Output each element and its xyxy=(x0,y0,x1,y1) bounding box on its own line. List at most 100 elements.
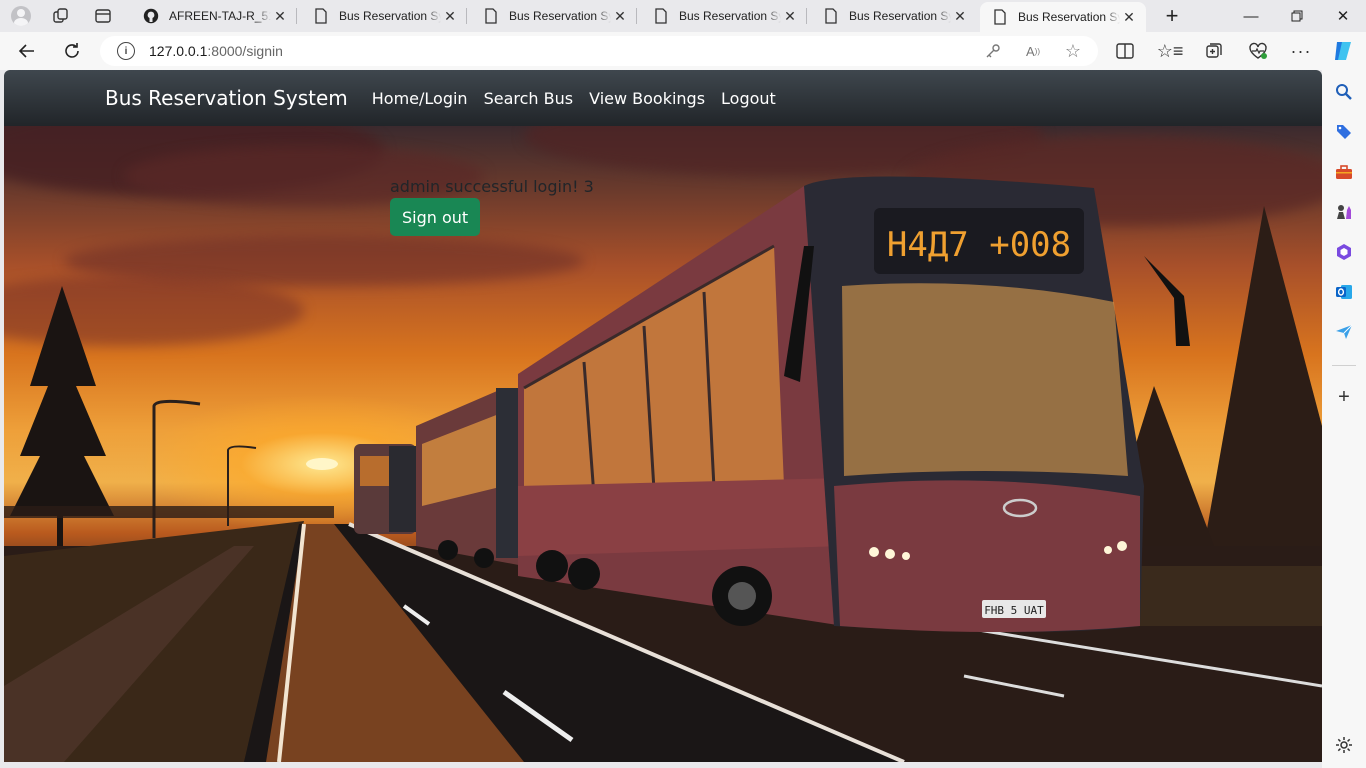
page-icon xyxy=(653,8,669,24)
wheel xyxy=(568,558,600,590)
tab-separator xyxy=(636,8,637,24)
site-brand[interactable]: Bus Reservation System xyxy=(105,86,348,110)
copilot-button[interactable] xyxy=(1330,38,1356,64)
tab-separator xyxy=(296,8,297,24)
microsoft365-icon xyxy=(1337,244,1351,260)
heart-pulse-icon xyxy=(1249,42,1267,59)
close-window-button[interactable]: ✕ xyxy=(1320,0,1366,32)
new-tab-button[interactable]: + xyxy=(1150,0,1194,32)
outlook-icon xyxy=(1336,285,1352,299)
tab-title: Bus Reservation System xyxy=(1018,10,1120,24)
bus-middle xyxy=(416,388,526,568)
license-plate-text: FHB 5 UAT xyxy=(984,604,1044,617)
tab-separator xyxy=(806,8,807,24)
plus-icon: + xyxy=(1165,3,1179,28)
send-icon xyxy=(1336,324,1353,339)
browser-tab[interactable]: Bus Reservation System ✕ xyxy=(641,0,807,32)
close-tab-icon[interactable]: ✕ xyxy=(441,7,459,25)
address-bar[interactable]: i 127.0.0.1:8000/signin A)) ☆ xyxy=(100,36,1098,66)
tab-actions-button[interactable] xyxy=(90,4,116,28)
restore-button[interactable] xyxy=(1274,0,1320,32)
windshield xyxy=(842,283,1128,476)
headlight xyxy=(1104,546,1112,554)
arrow-left-icon xyxy=(18,44,34,58)
favorites-button[interactable]: ☆≡ xyxy=(1157,38,1184,64)
tools-sidebar-button[interactable] xyxy=(1332,160,1356,184)
nav-link-logout[interactable]: Logout xyxy=(721,89,776,108)
nav-link-search-bus[interactable]: Search Bus xyxy=(484,89,574,108)
microsoft365-sidebar-button[interactable] xyxy=(1332,240,1356,264)
outlook-sidebar-button[interactable] xyxy=(1332,280,1356,304)
tab-title: Bus Reservation System xyxy=(339,9,441,23)
wheel-hub xyxy=(728,582,756,610)
browser-tab[interactable]: AFREEN-TAJ-R_511 ✕ xyxy=(131,0,297,32)
split-screen-icon xyxy=(1116,43,1134,59)
gear-icon xyxy=(1336,737,1352,753)
sign-out-button[interactable]: Sign out xyxy=(390,198,481,236)
site-info-icon[interactable]: i xyxy=(117,42,135,60)
site-navbar: Bus Reservation System Home/Login Search… xyxy=(4,70,1322,126)
close-tab-icon[interactable]: ✕ xyxy=(611,7,629,25)
drop-sidebar-button[interactable] xyxy=(1332,320,1356,344)
browser-tab[interactable]: Bus Reservation System ✕ xyxy=(301,0,467,32)
tab-title: Bus Reservation System xyxy=(509,9,611,23)
field-right xyxy=(1124,566,1322,626)
tab-actions-icon xyxy=(95,9,111,23)
minimize-icon: — xyxy=(1243,7,1259,25)
close-tab-icon[interactable]: ✕ xyxy=(271,7,289,25)
close-tab-icon[interactable]: ✕ xyxy=(1120,8,1138,26)
nav-link-home-login[interactable]: Home/Login xyxy=(372,89,468,108)
page-icon xyxy=(313,8,329,24)
edge-sidebar: + xyxy=(1322,70,1366,768)
page-viewport: Bus Reservation System Home/Login Search… xyxy=(4,70,1322,762)
collections-button[interactable] xyxy=(1201,38,1227,64)
minimize-button[interactable]: — xyxy=(1228,0,1274,32)
browser-tab-active[interactable]: Bus Reservation System ✕ xyxy=(980,2,1146,32)
url-path: :8000/signin xyxy=(207,43,283,59)
headlight xyxy=(1117,541,1127,551)
profile-avatar[interactable] xyxy=(8,4,34,28)
tag-icon xyxy=(1337,125,1351,139)
horizon-fence xyxy=(4,506,334,518)
search-sidebar-button[interactable] xyxy=(1332,80,1356,104)
close-tab-icon[interactable]: ✕ xyxy=(781,7,799,25)
restore-icon xyxy=(1291,10,1303,22)
workspaces-button[interactable] xyxy=(48,4,74,28)
chess-icon xyxy=(1337,205,1351,219)
browser-tab[interactable]: Bus Reservation System ✕ xyxy=(471,0,637,32)
browser-toolbar: i 127.0.0.1:8000/signin A)) ☆ ☆≡ ··· xyxy=(0,32,1366,70)
close-tab-icon[interactable]: ✕ xyxy=(951,7,969,25)
refresh-button[interactable] xyxy=(57,36,87,66)
plus-icon: + xyxy=(1338,385,1350,408)
search-icon xyxy=(1336,84,1352,100)
nav-link-view-bookings[interactable]: View Bookings xyxy=(589,89,705,108)
bus-windows xyxy=(524,246,784,496)
bus-far xyxy=(354,444,417,534)
add-sidebar-app-button[interactable]: + xyxy=(1332,385,1356,409)
settings-more-button[interactable]: ··· xyxy=(1288,38,1314,64)
headlight xyxy=(885,549,895,559)
bus-main: H4Д7 +008 FHB 5 UAT xyxy=(518,176,1190,632)
toolbox-icon xyxy=(1336,165,1352,179)
key-icon[interactable] xyxy=(982,40,1004,62)
sidebar-divider xyxy=(1332,365,1356,366)
shopping-sidebar-button[interactable] xyxy=(1332,120,1356,144)
page-icon xyxy=(823,8,839,24)
games-sidebar-button[interactable] xyxy=(1332,200,1356,224)
sidebar-settings-button[interactable] xyxy=(1332,733,1356,757)
browser-essentials-button[interactable] xyxy=(1245,38,1271,64)
login-status-message: admin successful login! 3 xyxy=(390,177,594,196)
browser-tab[interactable]: Bus Reservation System ✕ xyxy=(811,0,977,32)
sun xyxy=(306,458,338,470)
split-screen-button[interactable] xyxy=(1112,38,1138,64)
tab-title: Bus Reservation System xyxy=(849,9,951,23)
page-icon xyxy=(992,9,1008,25)
refresh-icon xyxy=(65,43,79,58)
wheel xyxy=(536,550,568,582)
url-text: 127.0.0.1:8000/signin xyxy=(149,43,283,59)
back-button[interactable] xyxy=(12,36,42,66)
favorite-star-icon[interactable]: ☆ xyxy=(1062,40,1084,62)
hero-background-image: H4Д7 +008 FHB 5 UAT admin successful log… xyxy=(4,126,1322,762)
read-aloud-icon[interactable]: A)) xyxy=(1022,40,1044,62)
page-icon xyxy=(483,8,499,24)
